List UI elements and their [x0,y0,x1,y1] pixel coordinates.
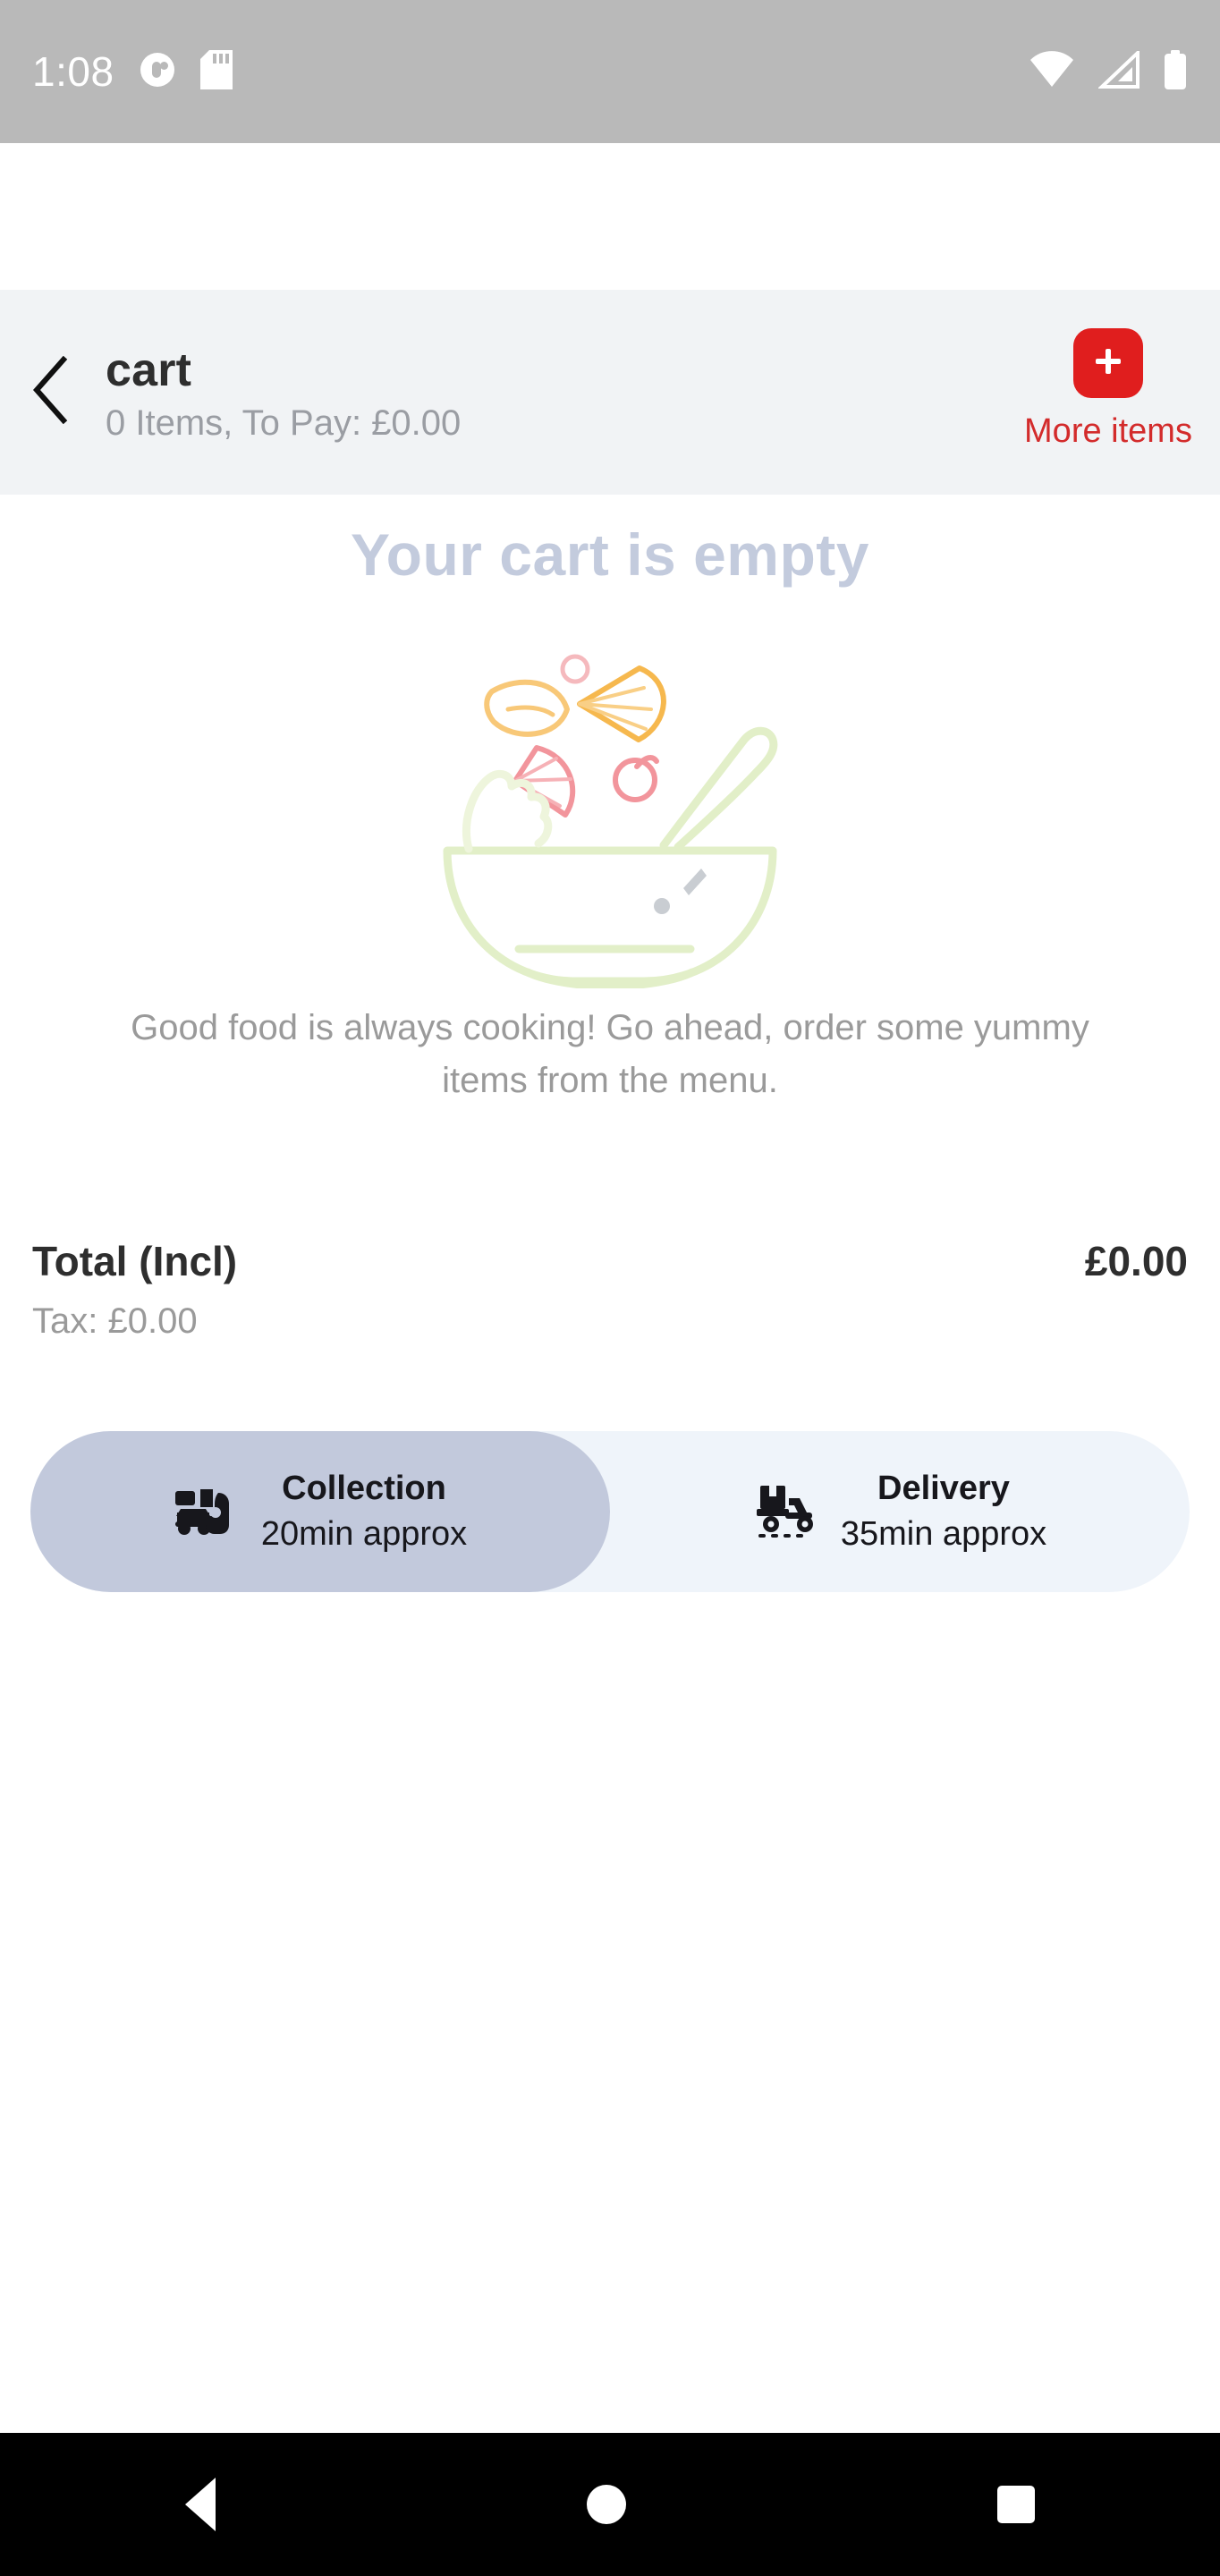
collection-eta: 20min approx [260,1515,468,1553]
page-title: cart [106,344,192,397]
total-row: Total (Incl) £0.00 [32,1237,1188,1285]
delivery-text: Delivery 35min approx [841,1466,1046,1558]
status-bar-left: 1:08 [32,47,233,96]
battery-icon [1163,49,1188,94]
back-triangle-icon[interactable] [185,2478,216,2531]
cart-header: cart 0 Items, To Pay: £0.00 More items [0,290,1220,495]
android-navigation-bar [0,2433,1220,2576]
recents-square-icon[interactable] [996,2486,1035,2523]
delivery-option[interactable]: Delivery 35min approx [610,1431,1190,1592]
back-button[interactable] [0,290,100,495]
status-bar-clock: 1:08 [32,48,114,95]
delivery-eta: 35min approx [840,1515,1047,1553]
header-title-block: cart 0 Items, To Pay: £0.00 [100,339,996,445]
more-items-button[interactable]: More items [996,290,1220,495]
empty-cart-description: Good food is always cooking! Go ahead, o… [131,1008,1089,1100]
scooter-delivery-icon [753,1482,818,1542]
status-bar: 1:08 [0,0,1220,143]
cellular-signal-icon [1097,47,1140,93]
add-items-icon-button[interactable] [1073,328,1143,398]
more-items-label: More items [1024,412,1192,450]
totals-section: Total (Incl) £0.00 Tax: £0.00 [32,1237,1188,1342]
app-screen: 1:08 cart 0 Items, To Pay: £0.00 More it… [0,0,1220,2576]
collection-option[interactable]: Collection 20min approx [30,1431,610,1592]
wifi-icon [1029,50,1075,93]
total-label: Total (Incl) [32,1238,238,1284]
chevron-left-icon [30,355,71,428]
tax-label: Tax: £0.00 [32,1301,198,1341]
collection-label: Collection [282,1469,446,1507]
plus-icon [1089,342,1128,386]
cart-summary: 0 Items, To Pay: £0.00 [106,402,462,443]
total-value: £0.00 [1084,1238,1188,1284]
home-circle-icon[interactable] [586,2485,626,2524]
car-pickup-icon [174,1482,238,1542]
salad-bowl-illustration [0,631,1220,988]
sd-card-icon [199,49,233,94]
notification-circle-icon [140,52,175,92]
collection-text: Collection 20min approx [261,1466,467,1558]
status-bar-right [1029,47,1188,94]
empty-cart-title: Your cart is empty [351,521,869,588]
fulfilment-mode-toggle: Collection 20min approx Delivery 35min a… [30,1431,1190,1592]
delivery-label: Delivery [877,1469,1010,1507]
